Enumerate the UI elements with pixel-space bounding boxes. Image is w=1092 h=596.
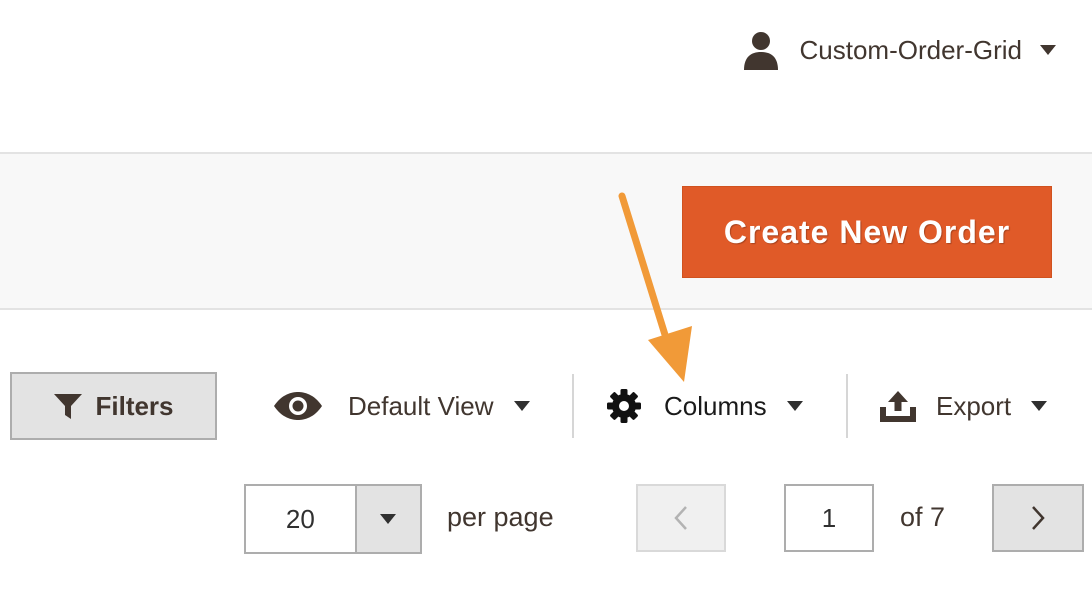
view-label: Default View bbox=[348, 390, 494, 421]
gear-icon bbox=[607, 389, 641, 423]
filter-icon bbox=[54, 394, 83, 419]
eye-icon bbox=[274, 392, 322, 420]
chevron-down-icon bbox=[380, 514, 397, 524]
next-page-button[interactable] bbox=[992, 484, 1084, 552]
per-page-toggle[interactable] bbox=[354, 486, 420, 552]
account-menu[interactable]: Custom-Order-Grid bbox=[740, 28, 1056, 72]
grid-toolbar: Filters Default View Columns Export 20 p… bbox=[0, 310, 1092, 596]
filters-button[interactable]: Filters bbox=[10, 372, 217, 440]
columns-label: Columns bbox=[664, 390, 767, 421]
total-pages-label: of 7 bbox=[900, 502, 946, 532]
page-actions-bar: Create New Order bbox=[0, 152, 1092, 310]
filters-label: Filters bbox=[95, 390, 174, 421]
create-new-order-button[interactable]: Create New Order bbox=[682, 186, 1052, 278]
per-page-select[interactable]: 20 bbox=[244, 484, 422, 554]
chevron-down-icon bbox=[513, 401, 530, 411]
previous-page-button[interactable] bbox=[636, 484, 726, 552]
chevron-down-icon bbox=[786, 401, 803, 411]
per-page-label: per page bbox=[447, 502, 554, 532]
chevron-right-icon bbox=[1032, 506, 1045, 530]
chevron-down-icon bbox=[1031, 401, 1048, 411]
default-view-dropdown[interactable]: Default View bbox=[272, 378, 530, 434]
export-icon bbox=[880, 391, 916, 422]
chevron-left-icon bbox=[674, 506, 687, 530]
admin-header: Custom-Order-Grid bbox=[0, 0, 1092, 152]
account-name: Custom-Order-Grid bbox=[799, 34, 1022, 65]
toolbar-divider bbox=[846, 374, 848, 438]
per-page-value: 20 bbox=[246, 486, 355, 552]
current-page-input[interactable]: 1 bbox=[784, 484, 874, 552]
export-label: Export bbox=[936, 390, 1012, 421]
user-icon bbox=[743, 32, 778, 70]
chevron-down-icon bbox=[1040, 45, 1056, 55]
export-dropdown[interactable]: Export bbox=[878, 378, 1048, 434]
columns-dropdown[interactable]: Columns bbox=[606, 378, 803, 434]
toolbar-divider bbox=[572, 374, 574, 438]
